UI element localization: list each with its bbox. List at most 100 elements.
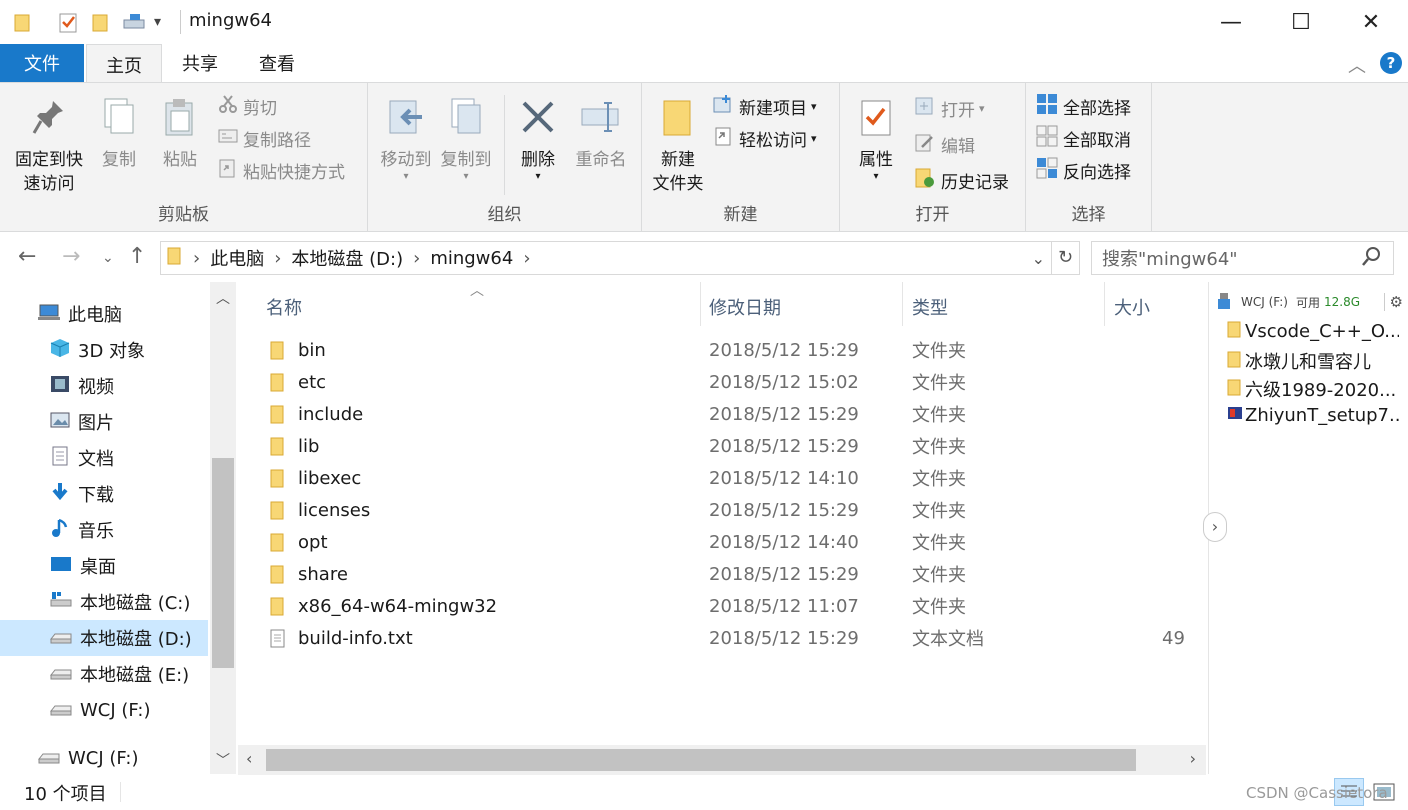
tab-file[interactable]: 文件 (0, 44, 84, 82)
paste-shortcut-button[interactable]: 粘贴快捷方式 (218, 155, 345, 185)
table-row[interactable]: include 2018/5/12 15:29 文件夹 (262, 398, 1202, 430)
nav-item-pictures[interactable]: 图片 (0, 404, 208, 440)
move-to-button[interactable]: 移动到 ▾ (374, 97, 438, 182)
scroll-left-icon[interactable]: ‹ (246, 749, 252, 768)
address-history-chevron-icon[interactable]: ⌄ (1032, 249, 1045, 268)
tab-view[interactable]: 查看 (238, 44, 316, 82)
select-all-button[interactable]: 全部选择 (1036, 91, 1131, 121)
table-row[interactable]: share 2018/5/12 15:29 文件夹 (262, 558, 1202, 590)
delete-button[interactable]: 删除 ▾ (510, 97, 566, 182)
invert-selection-button[interactable]: 反向选择 (1036, 155, 1131, 185)
nav-item-music[interactable]: 音乐 (0, 512, 208, 548)
copy-path-button[interactable]: 复制路径 (218, 123, 311, 153)
copy-to-button[interactable]: 复制到 ▾ (434, 97, 498, 182)
breadcrumb-drive-d[interactable]: 本地磁盘 (D:) (291, 245, 403, 271)
status-divider (120, 782, 121, 802)
copy-button[interactable]: 复制 (94, 97, 144, 172)
nav-item-drive-c[interactable]: 本地磁盘 (C:) (0, 584, 208, 620)
nav-item-drive-d[interactable]: 本地磁盘 (D:) (0, 620, 208, 656)
watermark: CSDN @Cassietora (1246, 784, 1388, 802)
minimize-button[interactable]: — (1196, 0, 1266, 44)
nav-item-wcj-f[interactable]: WCJ (F:) (0, 692, 208, 728)
rename-label: 重命名 (575, 150, 627, 170)
expand-side-panel-chevron-icon[interactable]: › (1203, 512, 1227, 542)
rename-button[interactable]: 重命名 (568, 97, 634, 172)
nav-item-drive-e[interactable]: 本地磁盘 (E:) (0, 656, 208, 692)
select-none-button[interactable]: 全部取消 (1036, 123, 1131, 153)
folder-icon (270, 597, 286, 622)
search-input[interactable]: 搜索"mingw64" (1091, 241, 1394, 275)
easy-access-button[interactable]: 轻松访问 ▾ (712, 123, 817, 153)
paste-button[interactable]: 粘贴 (152, 97, 208, 172)
breadcrumb-mingw64[interactable]: mingw64 (430, 248, 513, 269)
edit-icon (914, 132, 936, 157)
maximize-button[interactable]: ☐ (1266, 0, 1336, 44)
open-button[interactable]: 打开 ▾ (914, 93, 985, 123)
nav-item-label: 下载 (78, 485, 114, 506)
breadcrumb-this-pc[interactable]: 此电脑 (210, 245, 264, 271)
table-row[interactable]: build-info.txt 2018/5/12 15:29 文本文档 49 (262, 622, 1202, 654)
copy-path-icon (218, 126, 238, 151)
tab-home[interactable]: 主页 (86, 44, 162, 84)
new-folder-quick-icon[interactable] (92, 12, 110, 36)
gear-icon[interactable]: ⚙ (1390, 293, 1403, 311)
table-row[interactable]: licenses 2018/5/12 15:29 文件夹 (262, 494, 1202, 526)
nav-item-desktop[interactable]: 桌面 (0, 548, 208, 584)
side-item-vscode[interactable]: Vscode_C++_O... (1227, 320, 1399, 343)
scroll-right-icon[interactable]: › (1190, 749, 1196, 768)
nav-item-documents[interactable]: 文档 (0, 440, 208, 476)
nav-item-videos[interactable]: 视频 (0, 368, 208, 404)
nav-pane-scrollbar[interactable]: ︿ ﹀ (210, 282, 236, 774)
table-row[interactable]: lib 2018/5/12 15:29 文件夹 (262, 430, 1202, 462)
back-arrow-icon[interactable]: ← (18, 244, 36, 269)
drive-quick-icon[interactable] (122, 12, 148, 36)
new-item-button[interactable]: 新建项目 ▾ (712, 91, 817, 121)
up-arrow-icon[interactable]: ↑ (128, 244, 146, 269)
horizontal-scrollbar[interactable]: ‹ › (238, 745, 1206, 775)
nav-item-3d-objects[interactable]: 3D 对象 (0, 332, 208, 368)
table-row[interactable]: libexec 2018/5/12 14:10 文件夹 (262, 462, 1202, 494)
side-item-cet6[interactable]: 六级1989-2020... (1227, 376, 1399, 402)
tab-share[interactable]: 共享 (162, 44, 238, 82)
nav-pane-scroll-thumb[interactable] (212, 458, 234, 668)
nav-item-this-pc[interactable]: 此电脑 (0, 296, 208, 332)
column-header-name[interactable]: 名称 (266, 294, 302, 320)
collapse-ribbon-icon[interactable]: ︿ (1348, 52, 1366, 78)
properties-quick-icon[interactable] (58, 10, 80, 38)
folder-icon (270, 341, 286, 366)
history-button[interactable]: 历史记录 (914, 165, 1009, 195)
table-row[interactable]: x86_64-w64-mingw32 2018/5/12 11:07 文件夹 (262, 590, 1202, 622)
pin-quick-access-button[interactable]: 固定到快 速访问 (6, 97, 92, 196)
search-icon[interactable] (1361, 246, 1381, 273)
history-label: 历史记录 (941, 172, 1009, 193)
column-header-size[interactable]: 大小 (1114, 294, 1150, 320)
side-item-bingdwen[interactable]: 冰墩儿和雪容儿 (1227, 348, 1399, 374)
breadcrumb-separator-icon: › (274, 247, 282, 269)
column-header-date[interactable]: 修改日期 (709, 294, 781, 320)
customize-quick-access-dropdown-icon[interactable]: ▾ (154, 14, 161, 30)
column-header-type[interactable]: 类型 (912, 294, 948, 320)
nav-item-downloads[interactable]: 下载 (0, 476, 208, 512)
side-item-zhiyun[interactable]: ZhiyunT_setup7... (1227, 404, 1399, 427)
horizontal-scroll-thumb[interactable] (266, 749, 1136, 771)
cut-button[interactable]: 剪切 (218, 91, 277, 121)
refresh-icon[interactable]: ↻ (1051, 242, 1079, 274)
table-row[interactable]: opt 2018/5/12 14:40 文件夹 (262, 526, 1202, 558)
properties-button[interactable]: 属性 ▾ (848, 97, 904, 182)
table-row[interactable]: bin 2018/5/12 15:29 文件夹 (262, 334, 1202, 366)
usb-drive-icon (37, 746, 60, 771)
table-row[interactable]: etc 2018/5/12 15:02 文件夹 (262, 366, 1202, 398)
scroll-down-icon[interactable]: ﹀ (216, 750, 230, 770)
close-button[interactable]: ✕ (1336, 0, 1406, 44)
copy-to-dropdown-icon: ▾ (463, 171, 469, 182)
address-bar[interactable]: › 此电脑 › 本地磁盘 (D:) › mingw64 › ⌄ ↻ (160, 241, 1080, 275)
nav-item-wcj-f-root[interactable]: WCJ (F:) (0, 740, 208, 776)
edit-button[interactable]: 编辑 (914, 129, 975, 159)
forward-arrow-icon[interactable]: → (62, 244, 80, 269)
new-folder-button[interactable]: 新建 文件夹 (646, 97, 710, 196)
help-icon[interactable]: ? (1380, 52, 1402, 74)
recent-locations-chevron-icon[interactable]: ⌄ (102, 250, 114, 266)
side-item-label: 六级1989-2020... (1245, 380, 1397, 401)
folder-icon (270, 437, 286, 462)
scroll-up-icon[interactable]: ︿ (216, 288, 230, 308)
